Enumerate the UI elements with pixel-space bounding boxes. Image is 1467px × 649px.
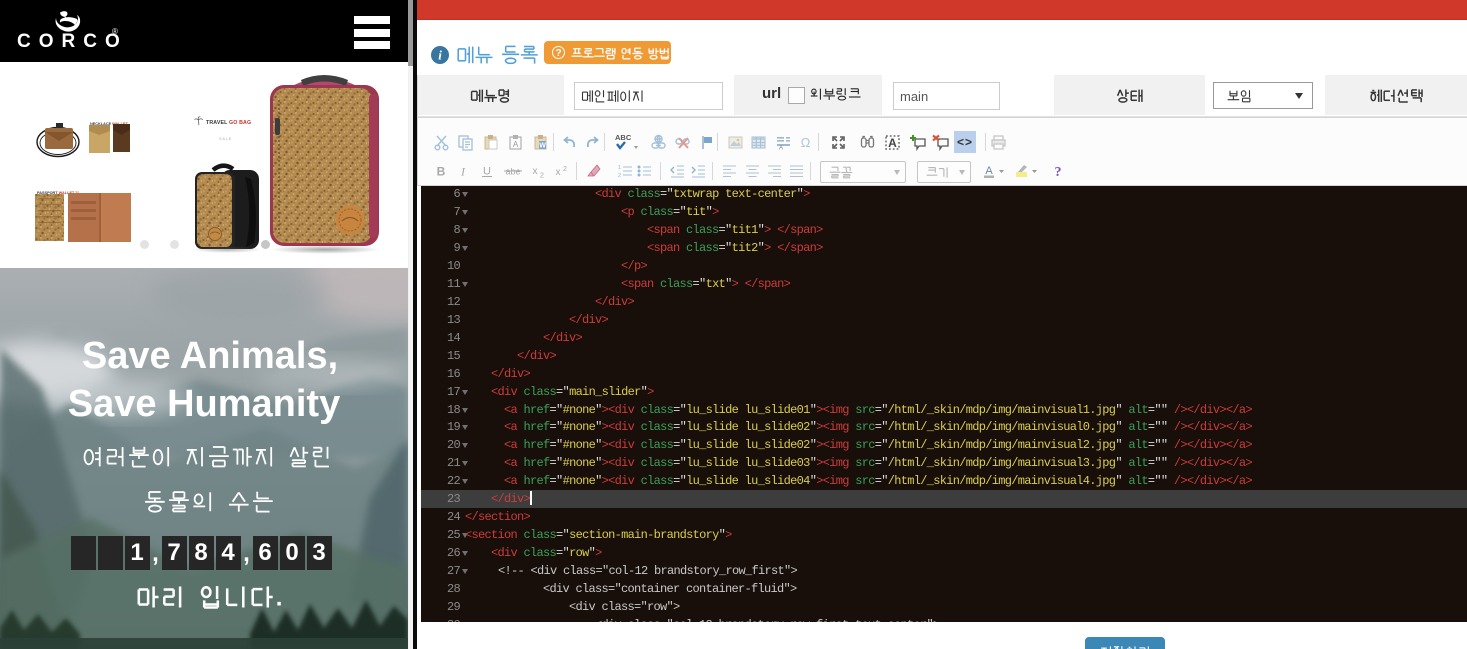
svg-text:2: 2 (540, 173, 544, 180)
svg-text:A: A (888, 136, 897, 150)
svg-text:2: 2 (618, 173, 621, 179)
svg-text:x: x (533, 166, 538, 177)
svg-text:I: I (460, 165, 466, 179)
svg-text:?: ? (1055, 165, 1062, 180)
svg-text:x: x (556, 167, 561, 178)
svg-text:A: A (779, 146, 783, 152)
svg-text:B: B (437, 165, 446, 179)
svg-text:.: . (275, 585, 284, 612)
svg-text:ABC: ABC (615, 133, 632, 142)
svg-text:U: U (483, 166, 491, 178)
svg-text:Ω: Ω (801, 135, 811, 150)
svg-text:W: W (539, 143, 546, 150)
svg-text:A: A (985, 165, 993, 177)
svg-text:2: 2 (563, 166, 567, 173)
svg-text:1: 1 (618, 165, 621, 171)
svg-text:i: i (438, 48, 442, 63)
svg-text:A: A (513, 140, 519, 149)
